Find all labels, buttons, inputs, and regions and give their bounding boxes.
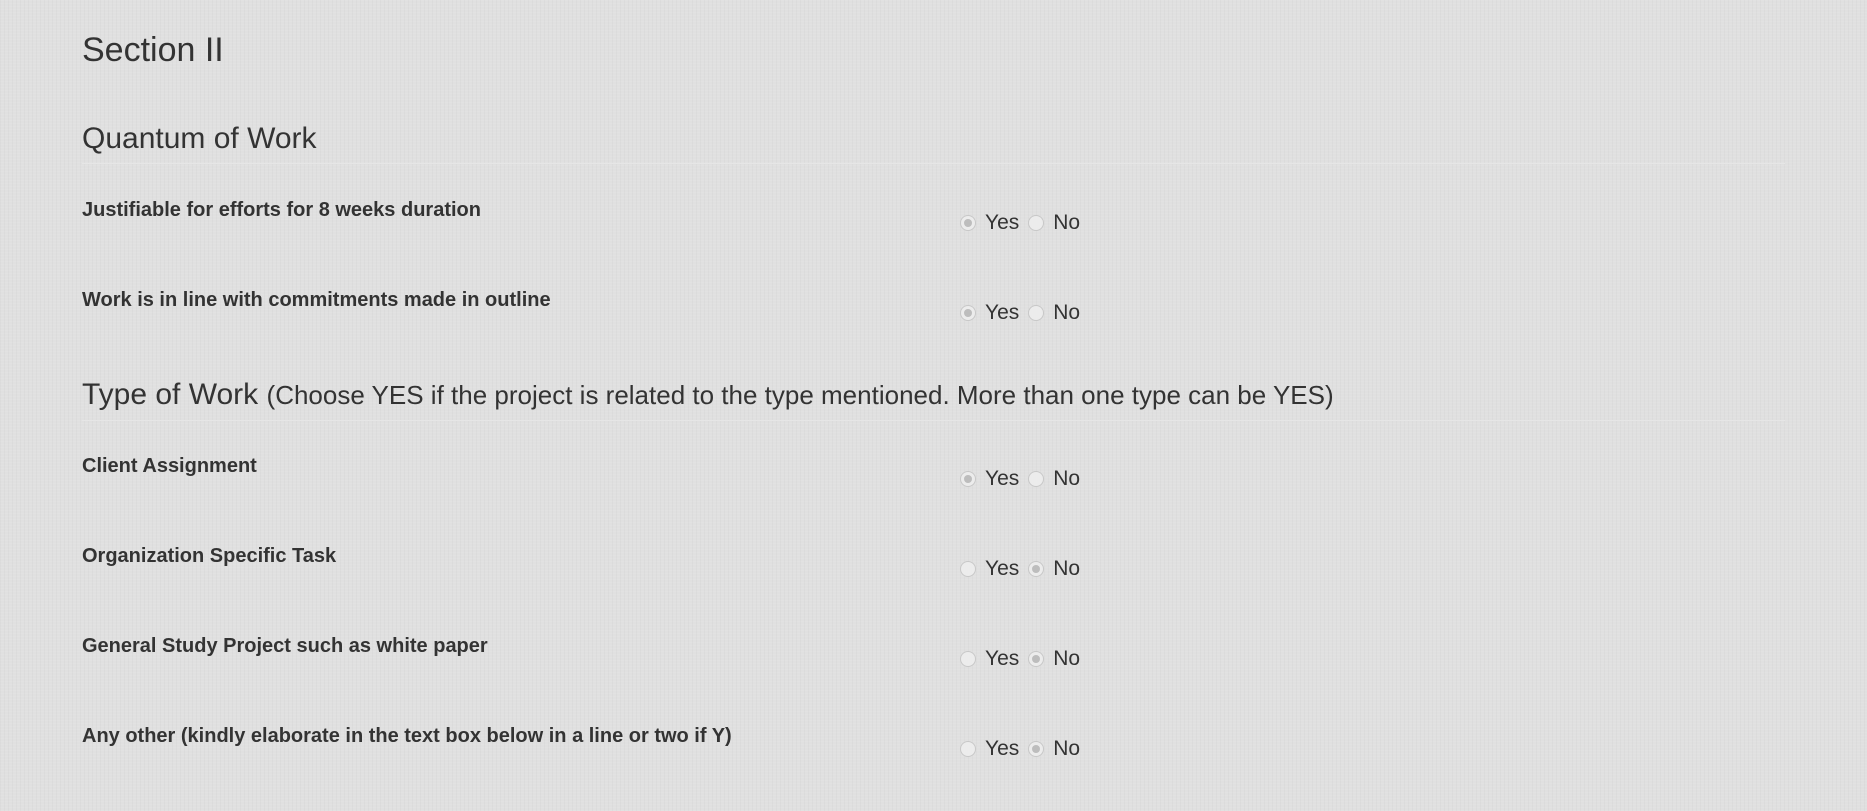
radio-group-efforts: Yes No [960, 212, 1089, 233]
radio-group-organization-task: Yes No [960, 558, 1089, 579]
question-label: Justifiable for efforts for 8 weeks dura… [82, 199, 481, 221]
yes-radio[interactable] [960, 650, 976, 667]
no-radio[interactable] [1028, 740, 1045, 757]
radio-group-general-study: Yes No [960, 648, 1089, 669]
evaluation-form: Section II Quantum of Work Justifiable f… [0, 0, 1867, 811]
no-label[interactable]: No [1053, 468, 1080, 489]
radio-group-client-assignment: Yes No [960, 468, 1089, 489]
yes-label[interactable]: Yes [985, 738, 1019, 759]
no-radio[interactable] [1028, 304, 1045, 321]
divider [82, 420, 1785, 421]
section-title: Section II [82, 31, 224, 69]
yes-radio[interactable] [960, 560, 976, 577]
question-label: Any other (kindly elaborate in the text … [82, 725, 732, 747]
yes-radio[interactable] [960, 740, 976, 757]
type-of-work-note: (Choose YES if the project is related to… [266, 380, 1334, 410]
yes-radio[interactable] [960, 214, 976, 231]
question-label: General Study Project such as white pape… [82, 635, 488, 657]
yes-label[interactable]: Yes [985, 468, 1019, 489]
yes-radio[interactable] [960, 470, 976, 487]
no-radio[interactable] [1028, 650, 1045, 667]
divider [82, 163, 1785, 164]
question-label: Work is in line with commitments made in… [82, 289, 551, 311]
radio-group-any-other: Yes No [960, 738, 1089, 759]
radio-group-commitments: Yes No [960, 302, 1089, 323]
no-radio[interactable] [1028, 470, 1045, 487]
no-label[interactable]: No [1053, 212, 1080, 233]
question-label: Client Assignment [82, 455, 257, 477]
yes-radio[interactable] [960, 304, 976, 321]
yes-label[interactable]: Yes [985, 302, 1019, 323]
type-of-work-title: Type of Work (Choose YES if the project … [82, 377, 1334, 413]
no-label[interactable]: No [1053, 738, 1080, 759]
no-radio[interactable] [1028, 214, 1045, 231]
question-label: Organization Specific Task [82, 545, 337, 567]
no-radio[interactable] [1028, 560, 1045, 577]
yes-label[interactable]: Yes [985, 212, 1019, 233]
no-label[interactable]: No [1053, 302, 1080, 323]
yes-label[interactable]: Yes [985, 558, 1019, 579]
type-of-work-heading: Type of Work [82, 378, 259, 411]
no-label[interactable]: No [1053, 648, 1080, 669]
quantum-of-work-title: Quantum of Work [82, 122, 317, 155]
yes-label[interactable]: Yes [985, 648, 1019, 669]
no-label[interactable]: No [1053, 558, 1080, 579]
